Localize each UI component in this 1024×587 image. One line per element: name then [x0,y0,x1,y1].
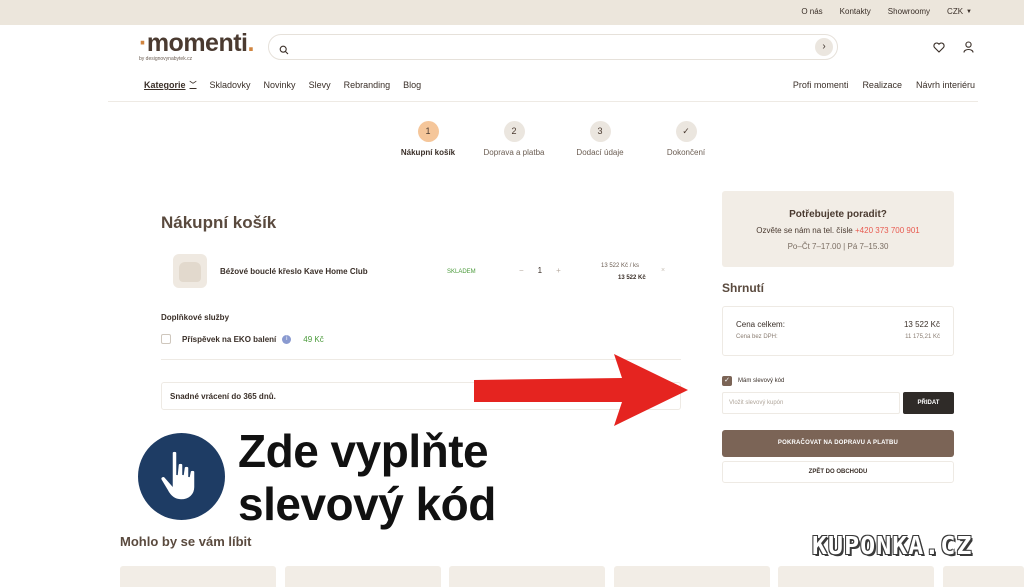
step-finish: ✓ Dokončení [636,121,736,157]
red-arrow-icon [474,354,688,426]
search-input[interactable]: › [268,34,838,60]
step-label: Dodací údaje [576,148,624,157]
addon-label: Příspěvek na EKO balení [182,334,277,344]
overlay-instruction: Zde vyplňte slevový kód [238,425,496,531]
total-value: 13 522 Kč [903,320,940,329]
checkout-steps: 1 Nákupní košík 2 Doprava a platba 3 Dod… [0,121,1024,161]
coupon-input[interactable]: Vložit slevový kupón [722,392,900,414]
top-links: O nás Kontakty Showroomy CZK ▼ [801,7,972,16]
step-number: 3 [589,121,611,142]
step-number: 2 [503,121,525,142]
step-label: Nákupní košík [400,148,456,157]
link-showrooms[interactable]: Showroomy [888,7,930,16]
stock-badge: SKLADEM [447,269,476,275]
product-tile[interactable] [449,566,605,587]
coupon-add-button[interactable]: PŘIDAT [903,392,954,414]
overlay-line-1: Zde vyplňte [238,425,489,477]
cart-item-row: Béžové bouclé křeslo Kave Home Club SKLA… [161,252,681,297]
addon-price: 49 Kč [303,334,324,344]
secondary-nav: Profi momenti Realizace Návrh interiéru [793,80,975,90]
quantity-stepper: − 1 + [519,266,561,275]
step-number: 1 [417,121,439,142]
product-tile[interactable] [120,566,276,587]
net-value: 11 175,21 Kč [905,334,940,340]
unit-price: 13 522 Kč / ks [601,263,640,269]
step-label: Doprava a platba [483,148,545,157]
pointing-hand-icon [159,450,196,501]
recommendation-tiles [120,566,1024,587]
nav-novinky[interactable]: Novinky [264,80,296,90]
main-nav: Kategorie ﹀ Skladovky Novinky Slevy Rebra… [144,80,421,90]
nav-categories[interactable]: Kategorie ﹀ [144,80,197,90]
product-tile[interactable] [943,566,1024,587]
product-tile[interactable] [778,566,934,587]
summary-title: Shrnutí [722,281,764,295]
step-label: Dokončení [666,148,706,157]
overlay-line-2: slevový kód [238,478,496,530]
help-title: Potřebujete poradit? [789,209,887,220]
coupon-checkbox-label: Mám slevový kód [738,378,785,384]
search-icon [279,42,289,60]
logo[interactable]: ·momenti. by designovynabytek.cz [139,29,255,63]
total-label: Cena celkem: [736,320,785,329]
nav-blog[interactable]: Blog [403,80,421,90]
nav-realizace[interactable]: Realizace [862,80,902,90]
nav-slevy[interactable]: Slevy [309,80,331,90]
heart-icon[interactable] [933,40,945,58]
nav-categories-label: Kategorie [144,80,186,90]
net-label: Cena bez DPH: [736,334,778,340]
logo-dot-end: . [247,29,255,57]
recommendations-title: Mohlo by se vám líbit [120,534,252,549]
caret-down-icon: ▼ [966,8,972,15]
step-cart: 1 Nákupní košík [378,121,478,157]
total-row: Cena celkem: 13 522 Kč [736,320,940,329]
step-shipping: 2 Doprava a platba [464,121,564,157]
hand-badge [138,433,225,520]
search-submit-button[interactable]: › [815,38,833,56]
plus-icon[interactable]: + [556,266,561,275]
page-title: Nákupní košík [161,213,277,232]
remove-icon[interactable]: × [661,267,665,274]
phone-link[interactable]: +420 373 700 901 [855,226,920,235]
currency-label: CZK [947,7,964,16]
product-tile[interactable] [285,566,441,587]
continue-button[interactable]: POKRAČOVAT NA DOPRAVU A PLATBU [722,430,954,457]
step-delivery: 3 Dodací údaje [550,121,650,157]
nav-interior-design[interactable]: Návrh interiéru [916,80,975,90]
link-about[interactable]: O nás [801,7,822,16]
user-icon[interactable] [963,40,974,58]
addon-eko-row: Příspěvek na EKO balení i 49 Kč [161,334,324,344]
logo-text: momenti [146,29,248,57]
item-total-price: 13 522 Kč [618,275,646,281]
coupon-checkbox[interactable]: ✓ [722,376,732,386]
addon-checkbox[interactable] [161,334,171,344]
product-tile[interactable] [614,566,770,587]
chevron-down-icon: ﹀ [189,82,197,89]
link-contacts[interactable]: Kontakty [840,7,871,16]
help-phone-text: Ozvěte se nám na tel. čísle [756,226,853,235]
logo-dot: · [139,29,147,57]
currency-selector[interactable]: CZK ▼ [947,7,972,16]
minus-icon[interactable]: − [519,266,524,275]
help-hours: Po–Čt 7–17.00 | Pá 7–15.30 [787,242,889,251]
watermark: KUPONKA.CZ [812,531,973,560]
product-image[interactable] [173,254,207,288]
info-icon[interactable]: i [282,334,292,344]
top-utility-bar: O nás Kontakty Showroomy CZK ▼ [0,0,1024,25]
summary-box: Cena celkem: 13 522 Kč Cena bez DPH: 11 … [722,306,954,356]
nav-divider [108,101,978,102]
quantity-value[interactable]: 1 [538,266,542,275]
check-icon: ✓ [675,121,697,142]
addons-title: Doplňkové služby [161,313,230,322]
nav-skladovky[interactable]: Skladovky [210,80,251,90]
product-name[interactable]: Béžové bouclé křeslo Kave Home Club [220,267,368,276]
nav-profi[interactable]: Profi momenti [793,80,849,90]
help-phone-line: Ozvěte se nám na tel. čísle +420 373 700… [722,226,954,235]
net-row: Cena bez DPH: 11 175,21 Kč [736,334,940,340]
back-to-shop-button[interactable]: ZPĚT DO OBCHODU [722,461,954,483]
coupon-toggle[interactable]: ✓ Mám slevový kód [722,376,784,386]
help-box: Potřebujete poradit? Ozvěte se nám na te… [722,191,954,267]
nav-rebranding[interactable]: Rebranding [344,80,391,90]
